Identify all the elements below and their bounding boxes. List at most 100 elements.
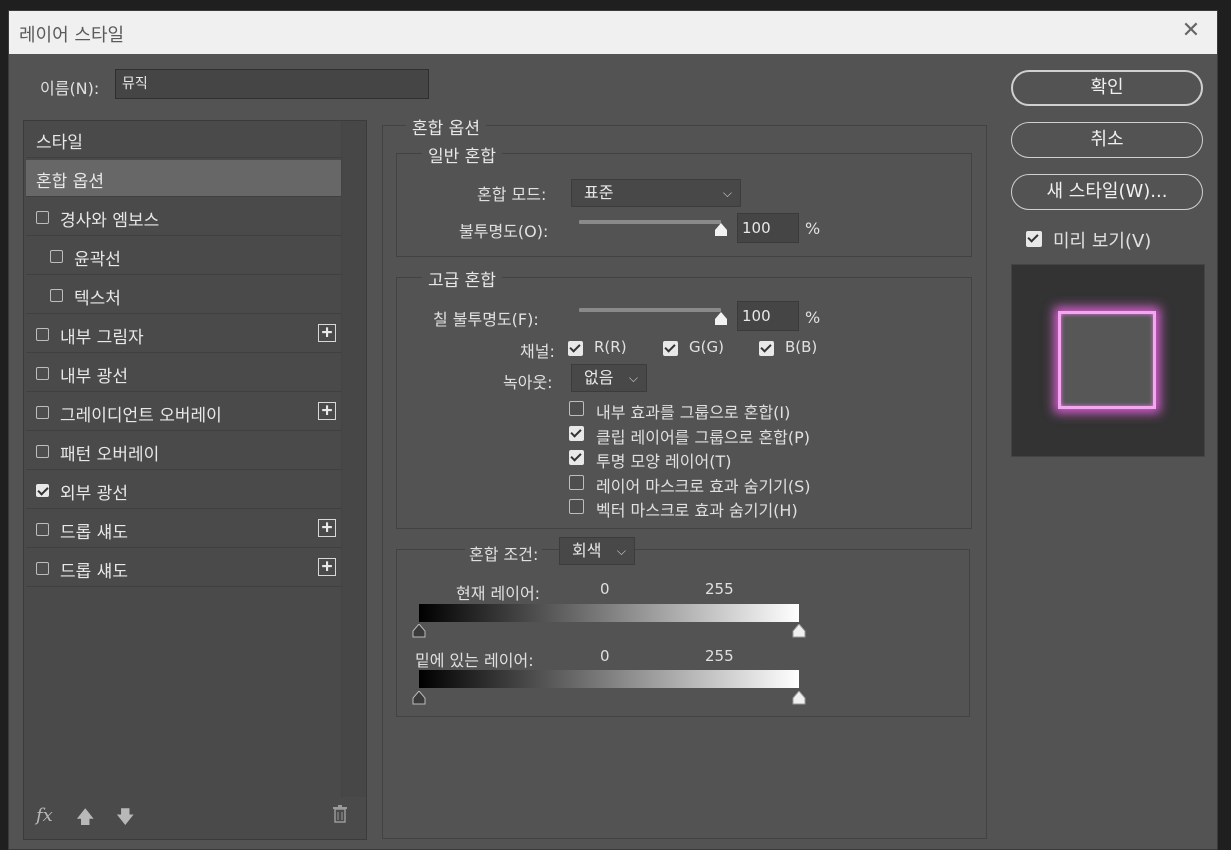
fill-opacity-input[interactable]: 100 (737, 301, 799, 331)
advanced-option-label: 레이어 마스크로 효과 숨기기(S) (596, 476, 811, 496)
style-list-scrollbar[interactable] (341, 121, 366, 797)
advanced-option-checkbox[interactable] (569, 450, 584, 465)
blend-if-label: 혼합 조건: (465, 541, 543, 565)
fill-opacity-unit: % (805, 308, 821, 327)
add-effect-icon[interactable]: + (318, 558, 336, 576)
style-item[interactable]: 윤곽선 (26, 238, 342, 275)
style-item-checkbox[interactable] (50, 250, 63, 263)
style-item-checkbox[interactable] (36, 211, 49, 224)
advanced-option-checkbox[interactable] (569, 401, 584, 416)
blend-if-select[interactable]: 회색 ⌵ (559, 537, 635, 565)
fill-opacity-slider-thumb[interactable] (714, 312, 728, 326)
current-layer-low-thumb[interactable] (412, 624, 426, 638)
opacity-slider-thumb[interactable] (714, 223, 728, 237)
blend-mode-value: 표준 (584, 183, 614, 202)
fill-opacity-label: 칠 불투명도(F): (433, 310, 539, 329)
style-item[interactable]: 혼합 옵션 (26, 160, 342, 197)
style-item[interactable]: 그레이디언트 오버레이 + (26, 394, 342, 431)
opacity-slider-track[interactable] (579, 220, 721, 224)
style-item[interactable]: 경사와 엠보스 (26, 199, 342, 236)
opacity-input[interactable]: 100 (737, 213, 799, 243)
underlying-layer-high: 255 (705, 647, 734, 665)
style-item-checkbox[interactable] (36, 523, 49, 536)
knockout-select[interactable]: 없음 ⌵ (571, 364, 647, 392)
style-item-checkbox[interactable] (36, 406, 49, 419)
channel-label: G(G) (689, 338, 724, 356)
style-item-label: 외부 광선 (60, 484, 128, 504)
add-effect-icon[interactable]: + (318, 519, 336, 537)
preview-label: 미리 보기(V) (1053, 231, 1152, 252)
advanced-option-label: 내부 효과를 그룹으로 혼합(I) (596, 403, 791, 422)
fx-icon[interactable]: fx (36, 805, 53, 826)
arrow-up-icon[interactable]: 🡅 (76, 805, 95, 835)
channel-checkbox[interactable] (759, 341, 774, 356)
blend-if-group (396, 549, 970, 717)
underlying-layer-low: 0 (600, 647, 610, 665)
style-list: 스타일 혼합 옵션경사와 엠보스윤곽선텍스처내부 그림자 + 내부 광선그레이디언트… (23, 120, 367, 840)
add-effect-icon[interactable]: + (318, 324, 336, 342)
channel-label: B(B) (785, 338, 818, 356)
advanced-blending-title: 고급 혼합 (422, 266, 502, 291)
underlying-layer-gradient (419, 670, 799, 688)
title-bar: 레이어 스타일 ✕ (9, 11, 1217, 54)
style-item[interactable]: 드롭 섀도 + (26, 511, 342, 548)
add-effect-icon[interactable]: + (318, 402, 336, 420)
opacity-unit: % (805, 219, 821, 238)
dialog-title: 레이어 스타일 (19, 25, 125, 46)
trash-icon[interactable] (332, 805, 348, 828)
arrow-down-icon[interactable]: 🡇 (116, 805, 135, 835)
current-layer-gradient (419, 604, 799, 622)
style-item-label: 그레이디언트 오버레이 (60, 406, 222, 426)
style-item-checkbox[interactable] (36, 328, 49, 341)
style-item-checkbox[interactable] (50, 289, 63, 302)
advanced-option-checkbox[interactable] (569, 499, 584, 514)
style-item[interactable]: 내부 광선 (26, 355, 342, 392)
cancel-button[interactable]: 취소 (1011, 122, 1203, 158)
current-layer-label: 현재 레이어: (456, 584, 541, 603)
channel-checkbox[interactable] (663, 341, 678, 356)
style-item-label: 경사와 엠보스 (60, 211, 160, 231)
style-item-label: 윤곽선 (74, 250, 121, 270)
new-style-button[interactable]: 새 스타일(W)... (1011, 174, 1203, 210)
channels-label: 채널: (520, 342, 555, 361)
underlying-layer-low-thumb[interactable] (412, 691, 426, 705)
knockout-value: 없음 (584, 368, 614, 387)
advanced-option-label: 투명 모양 레이어(T) (596, 452, 732, 471)
style-item-checkbox[interactable] (36, 562, 49, 575)
channel-label: R(R) (594, 338, 627, 356)
current-layer-low: 0 (600, 580, 610, 598)
style-item[interactable]: 내부 그림자 + (26, 316, 342, 353)
knockout-label: 녹아웃: (503, 373, 553, 392)
style-item[interactable]: 외부 광선 (26, 472, 342, 509)
advanced-option-checkbox[interactable] (569, 425, 584, 441)
preview-thumbnail (1011, 264, 1205, 457)
preview-checkbox[interactable] (1026, 231, 1042, 247)
channel-checkbox[interactable] (568, 341, 583, 356)
advanced-option-label: 벡터 마스크로 효과 숨기기(H) (596, 501, 798, 520)
fill-opacity-slider-track[interactable] (579, 308, 721, 312)
style-item-label: 텍스처 (74, 289, 121, 309)
ok-button[interactable]: 확인 (1011, 70, 1203, 106)
layer-style-dialog: 레이어 스타일 ✕ 이름(N): 뮤직 스타일 혼합 옵션 경사와 엠보스 윤곽선 텍… (8, 10, 1218, 850)
underlying-layer-label: 밑에 있는 레이어: (415, 651, 534, 670)
blend-mode-select[interactable]: 표준 ⌵ (571, 179, 741, 207)
style-item-checkbox[interactable] (36, 367, 49, 380)
style-item-label: 드롭 섀도 (60, 523, 128, 543)
style-item-label: 패턴 오버레이 (60, 445, 160, 465)
style-item-label: 내부 그림자 (60, 328, 144, 348)
current-layer-high-thumb[interactable] (792, 624, 806, 638)
name-input[interactable]: 뮤직 (115, 69, 429, 99)
close-icon[interactable]: ✕ (1179, 19, 1203, 43)
style-item[interactable]: 드롭 섀도 + (26, 550, 342, 587)
preview-glow-square (1058, 311, 1156, 409)
style-list-header[interactable]: 스타일 (26, 121, 342, 158)
style-item-checkbox[interactable] (36, 484, 49, 497)
blend-if-value: 회색 (572, 541, 602, 560)
underlying-layer-high-thumb[interactable] (792, 691, 806, 705)
style-item-checkbox[interactable] (36, 445, 49, 458)
advanced-option-checkbox[interactable] (569, 474, 584, 490)
style-item[interactable]: 패턴 오버레이 (26, 433, 342, 470)
style-item[interactable]: 텍스처 (26, 277, 342, 314)
advanced-option-label: 클립 레이어를 그룹으로 혼합(P) (596, 427, 811, 447)
style-item-label: 내부 광선 (60, 367, 128, 387)
